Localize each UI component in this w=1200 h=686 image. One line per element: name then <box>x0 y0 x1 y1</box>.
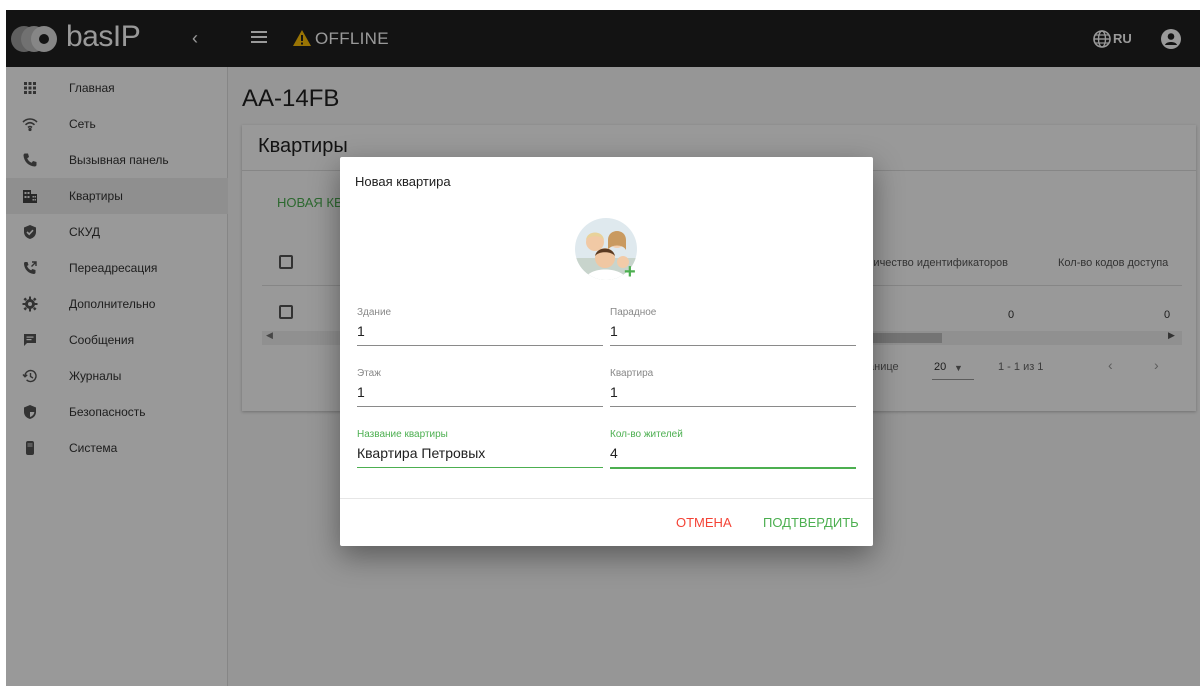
apartment-name-label: Название квартиры <box>357 429 448 440</box>
confirm-button[interactable]: ПОДТВЕРДИТЬ <box>763 515 859 530</box>
apartment-number-value[interactable]: 1 <box>610 384 618 400</box>
residents-count-label: Кол-во жителей <box>610 429 683 440</box>
entrance-value[interactable]: 1 <box>610 323 618 339</box>
add-photo-icon[interactable]: + <box>624 262 636 282</box>
apartment-number-field[interactable]: Квартира 1 <box>610 368 856 412</box>
field-underline <box>610 467 856 469</box>
field-underline <box>610 345 856 346</box>
app-window: basIP ‹ OFFLINE RU Главная Сеть Вызывная… <box>6 10 1200 686</box>
field-underline <box>357 467 603 468</box>
apartment-name-field[interactable]: Название квартиры Квартира Петровых <box>357 429 603 473</box>
apartment-name-value[interactable]: Квартира Петровых <box>357 445 485 461</box>
floor-field[interactable]: Этаж 1 <box>357 368 603 412</box>
field-underline <box>610 406 856 407</box>
residents-count-value[interactable]: 4 <box>610 445 618 461</box>
dialog-title: Новая квартира <box>355 174 451 189</box>
building-value[interactable]: 1 <box>357 323 365 339</box>
field-underline <box>357 406 603 407</box>
entrance-label: Парадное <box>610 307 657 318</box>
floor-label: Этаж <box>357 368 381 379</box>
residents-count-field[interactable]: Кол-во жителей 4 <box>610 429 856 473</box>
entrance-field[interactable]: Парадное 1 <box>610 307 856 351</box>
floor-value[interactable]: 1 <box>357 384 365 400</box>
new-apartment-dialog: Новая квартира + Здание 1 Парадное 1 Эта… <box>340 157 873 546</box>
apartment-number-label: Квартира <box>610 368 654 379</box>
dialog-actions-divider <box>340 498 873 499</box>
building-label: Здание <box>357 307 392 318</box>
building-field[interactable]: Здание 1 <box>357 307 603 351</box>
field-underline <box>357 345 603 346</box>
cancel-button[interactable]: ОТМЕНА <box>676 515 732 530</box>
